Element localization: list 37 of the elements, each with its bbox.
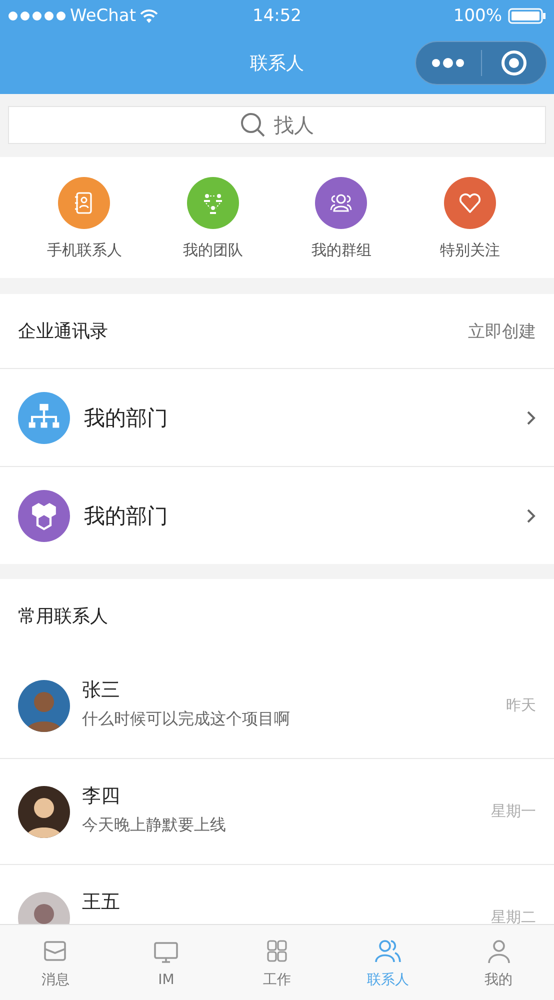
battery-percent: 100% xyxy=(453,6,502,26)
close-icon[interactable] xyxy=(500,50,527,76)
tab-item[interactable]: 我的 xyxy=(443,925,554,1000)
page-title: 联系人 xyxy=(250,52,304,75)
battery-icon xyxy=(508,8,546,24)
search-field[interactable]: 找人 xyxy=(8,106,546,144)
contact-name[interactable]: 王五 xyxy=(82,888,479,914)
tab-item[interactable]: 工作 xyxy=(222,925,332,1000)
more-icon[interactable] xyxy=(431,57,466,69)
carrier-name: WeChat xyxy=(70,6,136,26)
chevron-icon xyxy=(526,508,536,524)
clock-time: 14:52 xyxy=(252,6,302,26)
message-time: 星期二 xyxy=(491,908,536,924)
message-preview: 什么时候可以完成这个项目啊 xyxy=(82,708,291,730)
contact-name[interactable]: 李四 xyxy=(82,782,479,808)
chevron-icon xyxy=(526,410,536,426)
shortcut-label[interactable]: 手机联系人 xyxy=(46,241,122,260)
message-time: 昨天 xyxy=(506,696,536,715)
shortcut-label[interactable]: 我的团队 xyxy=(182,241,243,260)
contact-name[interactable]: 张三 xyxy=(82,676,494,702)
create-link[interactable]: 立即创建 xyxy=(468,320,536,342)
wifi-icon xyxy=(140,9,158,23)
search-icon xyxy=(240,112,266,138)
shortcut-label[interactable]: 我的群组 xyxy=(311,241,372,260)
avatar xyxy=(18,680,70,732)
directory-row[interactable]: 我的部门 xyxy=(0,466,554,564)
message-preview: 今天晚上静默要上线 xyxy=(82,814,227,836)
message-time: 星期一 xyxy=(491,802,536,821)
section-title: 企业通讯录 xyxy=(18,320,108,343)
tab-item[interactable]: 消息 xyxy=(0,925,111,1000)
shortcut-label[interactable]: 特别关注 xyxy=(440,241,500,260)
section-title: 常用联系人 xyxy=(18,605,108,628)
avatar xyxy=(18,786,70,838)
directory-row[interactable]: 我的部门 xyxy=(0,368,554,466)
signal-icon xyxy=(8,11,66,21)
search-placeholder: 找人 xyxy=(274,112,314,138)
tab-item[interactable]: IM xyxy=(110,925,222,1000)
